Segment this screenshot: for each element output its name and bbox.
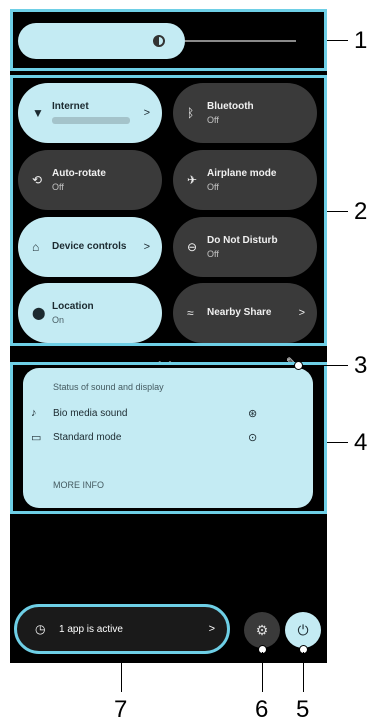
network-name-blurred (52, 117, 130, 124)
callout-line-1 (327, 40, 348, 41)
brightness-slider-track[interactable] (185, 40, 296, 42)
callout-5: 5 (296, 696, 310, 723)
dnd-icon: ⊖ (187, 240, 198, 254)
settings-status-icon: ⊛ (248, 408, 258, 420)
callout-line-6 (262, 652, 263, 692)
card-row-standard-mode: ▭ Standard mode ⊙ (31, 432, 258, 444)
callout-7: 7 (114, 696, 128, 723)
active-apps-button[interactable]: ◷ 1 app is active > (14, 604, 230, 654)
tile-nearby-share[interactable]: ≈ Nearby Share > (173, 283, 317, 343)
callout-line-3 (302, 365, 348, 366)
mode-status-icon: ⊙ (248, 432, 258, 444)
home-icon: ⌂ (32, 240, 40, 254)
clock-icon: ◷ (35, 622, 46, 636)
tile-location[interactable]: ⬤ Location On (18, 283, 162, 343)
more-info-link[interactable]: MORE INFO (53, 480, 104, 490)
music-note-icon: ♪ (31, 407, 37, 419)
card-title: Status of sound and display (53, 382, 164, 392)
chevron-right-icon: > (208, 623, 215, 635)
callout-line-4 (327, 442, 348, 443)
tile-airplane-mode[interactable]: ✈ Airplane mode Off (173, 150, 317, 210)
gear-icon: ⚙ (255, 622, 269, 638)
chevron-right-icon: > (143, 241, 150, 253)
display-icon: ▭ (31, 432, 42, 444)
settings-gear-button[interactable]: ⚙ (244, 612, 280, 648)
callout-6: 6 (255, 696, 269, 723)
tile-internet[interactable]: ▼ Internet > (18, 83, 162, 143)
tile-device-controls[interactable]: ⌂ Device controls > (18, 217, 162, 277)
brightness-icon (153, 35, 165, 47)
sound-display-card[interactable]: Status of sound and display ♪ Bio media … (23, 368, 313, 508)
callout-line-2 (327, 211, 348, 212)
callout-line-7 (121, 654, 122, 692)
tile-do-not-disturb[interactable]: ⊖ Do Not Disturb Off (173, 217, 317, 277)
chevron-right-icon: > (143, 107, 150, 119)
callout-3: 3 (354, 352, 368, 379)
chevron-right-icon: > (298, 307, 305, 319)
power-button[interactable]: ⏻ (285, 612, 321, 648)
wifi-icon: ▼ (32, 106, 44, 120)
rotate-icon: ⟲ (32, 173, 43, 187)
card-row-bio-media-sound: ♪ Bio media sound ⊛ (31, 407, 258, 420)
callout-line-5 (303, 652, 304, 692)
tile-auto-rotate[interactable]: ⟲ Auto-rotate Off (18, 150, 162, 210)
nearby-share-icon: ≈ (187, 306, 194, 320)
power-icon: ⏻ (297, 622, 309, 638)
callout-4: 4 (354, 429, 368, 456)
bluetooth-icon: ᛒ (187, 106, 195, 120)
tile-bluetooth[interactable]: ᛒ Bluetooth Off (173, 83, 317, 143)
airplane-icon: ✈ (187, 173, 198, 187)
callout-2: 2 (354, 198, 368, 225)
callout-1: 1 (354, 27, 368, 54)
location-icon: ⬤ (32, 306, 46, 320)
